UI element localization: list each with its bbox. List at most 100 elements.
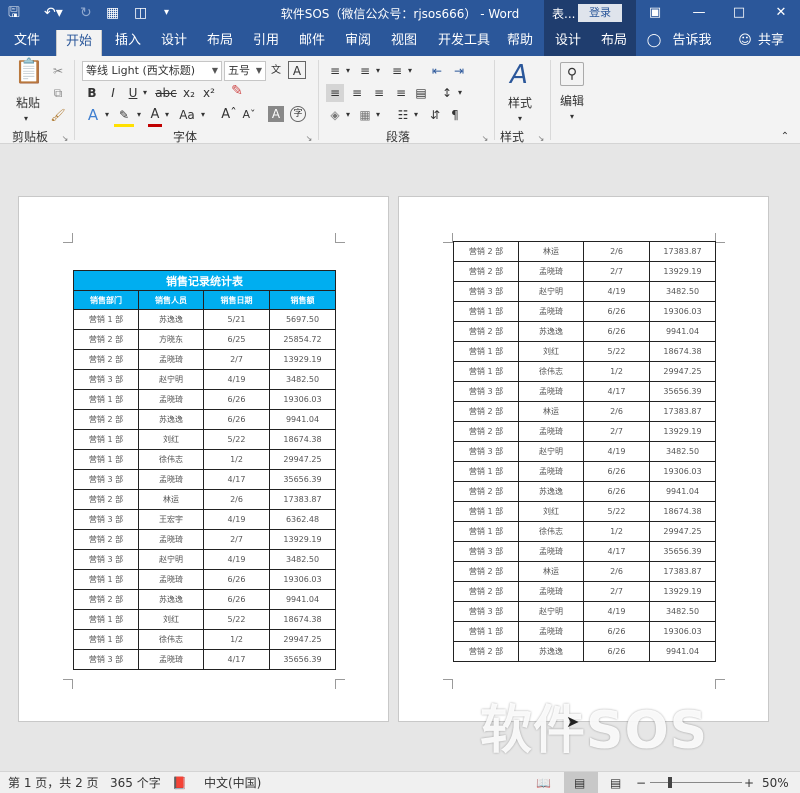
cell-amount[interactable]: 17383.87 [269, 489, 336, 510]
cell-salesperson[interactable]: 苏逸逸 [518, 321, 584, 342]
cell-salesperson[interactable]: 刘红 [138, 429, 204, 450]
cell-date[interactable]: 2/7 [203, 349, 270, 370]
document-canvas[interactable]: 销售记录统计表 销售部门 销售人员 销售日期 销售额 营销 1 部苏逸逸 5/21… [0, 145, 800, 771]
sales-table-page-1[interactable]: 销售记录统计表 销售部门 销售人员 销售日期 销售额 营销 1 部苏逸逸 5/21… [73, 270, 336, 670]
grow-font-icon[interactable]: Aˆ [220, 106, 238, 124]
cell-date[interactable]: 4/17 [203, 469, 270, 490]
chinese-layout-icon[interactable]: ☷ [394, 106, 412, 124]
cell-amount[interactable]: 3482.50 [269, 549, 336, 570]
cell-amount[interactable]: 17383.87 [649, 401, 716, 422]
cell-amount[interactable]: 19306.03 [269, 569, 336, 590]
cell-department[interactable]: 营销 3 部 [453, 381, 519, 402]
table-row[interactable]: 营销 3 部赵宁明 4/19 3482.50 [453, 441, 716, 462]
font-color-icon[interactable]: A [148, 106, 162, 127]
table-row[interactable]: 营销 2 部孟晓琦 2/7 13929.19 [453, 261, 716, 282]
cell-date[interactable]: 2/7 [583, 581, 650, 602]
cell-date[interactable]: 6/26 [203, 589, 270, 610]
table-row[interactable]: 营销 3 部孟晓琦 4/17 35656.39 [453, 541, 716, 562]
cell-department[interactable]: 营销 2 部 [73, 329, 139, 350]
cell-department[interactable]: 营销 3 部 [453, 601, 519, 622]
cell-department[interactable]: 营销 2 部 [453, 401, 519, 422]
table-row[interactable]: 营销 3 部赵宁明 4/19 3482.50 [453, 601, 716, 622]
cell-department[interactable]: 营销 2 部 [453, 481, 519, 502]
distributed-button[interactable]: ▤ [412, 84, 430, 102]
page-1[interactable]: 销售记录统计表 销售部门 销售人员 销售日期 销售额 营销 1 部苏逸逸 5/21… [18, 196, 389, 722]
cell-department[interactable]: 营销 2 部 [453, 241, 519, 262]
tab-table-layout[interactable]: 布局 [594, 26, 634, 56]
cell-date[interactable]: 4/17 [203, 649, 270, 670]
cell-amount[interactable]: 3482.50 [649, 281, 716, 302]
cell-salesperson[interactable]: 刘红 [518, 341, 584, 362]
italic-button[interactable]: I [106, 84, 120, 102]
cell-department[interactable]: 营销 2 部 [73, 589, 139, 610]
cell-date[interactable]: 1/2 [203, 629, 270, 650]
cell-salesperson[interactable]: 孟晓琦 [138, 349, 204, 370]
font-size-select[interactable]: 五号 ▼ [224, 61, 266, 81]
cell-salesperson[interactable]: 赵宁明 [138, 369, 204, 390]
cell-date[interactable]: 5/22 [203, 609, 270, 630]
cell-amount[interactable]: 9941.04 [649, 481, 716, 502]
table-row[interactable]: 营销 1 部孟晓琦 6/26 19306.03 [453, 301, 716, 322]
cell-date[interactable]: 6/26 [583, 461, 650, 482]
cell-salesperson[interactable]: 孟晓琦 [518, 541, 584, 562]
cell-department[interactable]: 营销 3 部 [453, 441, 519, 462]
cell-amount[interactable]: 9941.04 [269, 589, 336, 610]
cell-salesperson[interactable]: 徐伟志 [138, 629, 204, 650]
borders-icon[interactable]: ▦ [356, 106, 374, 124]
cell-salesperson[interactable]: 徐伟志 [518, 521, 584, 542]
cell-date[interactable]: 2/6 [203, 489, 270, 510]
print-preview-icon[interactable]: ◫ [134, 3, 147, 23]
ribbon-display-options-icon[interactable]: ▣ [640, 2, 670, 24]
cell-department[interactable]: 营销 1 部 [73, 629, 139, 650]
cell-salesperson[interactable]: 孟晓琦 [518, 301, 584, 322]
proofing-icon[interactable]: 📕 [172, 775, 187, 791]
cell-amount[interactable]: 35656.39 [649, 541, 716, 562]
cell-department[interactable]: 营销 1 部 [453, 341, 519, 362]
undo-icon[interactable]: ↶▾ [44, 3, 63, 23]
cell-department[interactable]: 营销 2 部 [73, 409, 139, 430]
copy-icon[interactable]: ⧉ [50, 84, 66, 102]
table-row[interactable]: 营销 3 部孟晓琦 4/17 35656.39 [73, 649, 336, 670]
table-row[interactable]: 营销 3 部王宏宇 4/19 6362.48 [73, 509, 336, 530]
cell-salesperson[interactable]: 孟晓琦 [138, 389, 204, 410]
table-row[interactable]: 营销 2 部苏逸逸 6/26 9941.04 [453, 641, 716, 662]
tab-mailings[interactable]: 邮件 [292, 26, 332, 56]
table-row[interactable]: 营销 3 部赵宁明 4/19 3482.50 [453, 281, 716, 302]
cell-salesperson[interactable]: 孟晓琦 [518, 261, 584, 282]
redo-icon[interactable]: ↻ [80, 3, 92, 23]
cell-department[interactable]: 营销 2 部 [453, 321, 519, 342]
cell-amount[interactable]: 13929.19 [649, 581, 716, 602]
cell-date[interactable]: 6/26 [583, 481, 650, 502]
cell-salesperson[interactable]: 苏逸逸 [138, 409, 204, 430]
table-row[interactable]: 营销 2 部孟晓琦 2/7 13929.19 [453, 421, 716, 442]
minimize-button[interactable]: — [684, 2, 714, 24]
decrease-indent-icon[interactable]: ⇤ [428, 62, 446, 80]
cell-amount[interactable]: 18674.38 [269, 609, 336, 630]
cell-date[interactable]: 5/22 [583, 501, 650, 522]
table-row[interactable]: 营销 2 部林运 2/6 17383.87 [453, 561, 716, 582]
table-row[interactable]: 营销 2 部苏逸逸 6/26 9941.04 [453, 481, 716, 502]
close-button[interactable]: ✕ [766, 2, 796, 24]
cell-salesperson[interactable]: 林运 [518, 241, 584, 262]
cell-department[interactable]: 营销 1 部 [73, 429, 139, 450]
cell-salesperson[interactable]: 苏逸逸 [138, 309, 204, 330]
chevron-down-icon[interactable]: ▾ [456, 84, 464, 102]
tab-help[interactable]: 帮助 [500, 26, 540, 56]
tab-review[interactable]: 审阅 [338, 26, 378, 56]
language-indicator[interactable]: 中文(中国) [204, 775, 261, 791]
cell-salesperson[interactable]: 孟晓琦 [138, 469, 204, 490]
table-row[interactable]: 营销 2 部孟晓琦 2/7 13929.19 [73, 349, 336, 370]
table-row[interactable]: 营销 2 部林运 2/6 17383.87 [453, 241, 716, 262]
cell-amount[interactable]: 18674.38 [649, 341, 716, 362]
cell-department[interactable]: 营销 2 部 [73, 349, 139, 370]
table-row[interactable]: 营销 1 部孟晓琦 6/26 19306.03 [453, 621, 716, 642]
change-case-icon[interactable]: Aa [176, 106, 198, 124]
cell-date[interactable]: 5/21 [203, 309, 270, 330]
paste-dropdown-icon[interactable]: ▾ [20, 110, 32, 128]
signin-button[interactable]: 登录 [578, 4, 622, 22]
table-row[interactable]: 营销 1 部刘红 5/22 18674.38 [73, 609, 336, 630]
tell-me-box[interactable]: 告诉我 [668, 26, 716, 56]
cell-salesperson[interactable]: 赵宁明 [518, 441, 584, 462]
touch-mode-icon[interactable]: ▦ [106, 3, 119, 23]
cell-date[interactable]: 6/25 [203, 329, 270, 350]
